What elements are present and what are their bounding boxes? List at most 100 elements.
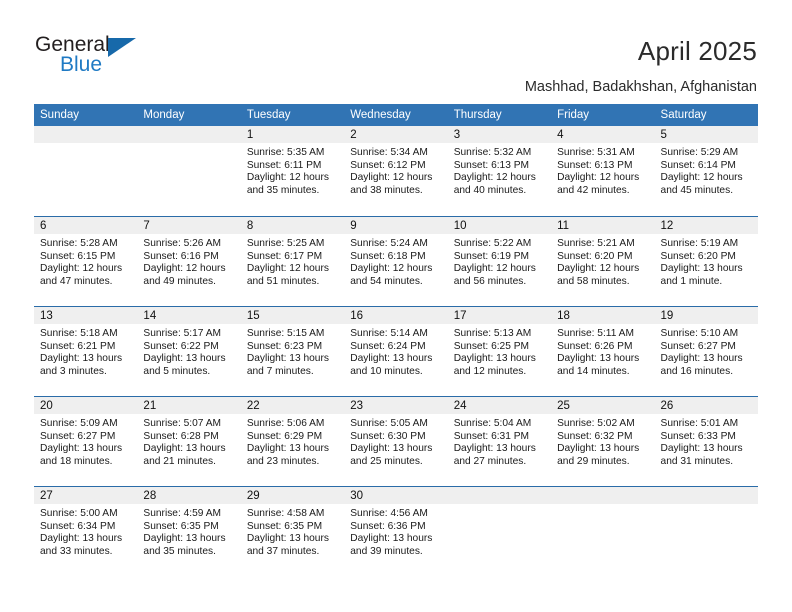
sunrise-text: Sunrise: 5:09 AM	[40, 418, 118, 429]
day-number: 29	[246, 490, 260, 502]
day-cell-inner: 7 Sunrise: 5:26 AM Sunset: 6:16 PM Daylight…	[137, 216, 241, 306]
calendar-day-cell[interactable]: 29 Sunrise: 4:58 AM Sunset: 6:35 PM Dayligh…	[240, 486, 345, 576]
calendar-day-cell[interactable]: 25 Sunrise: 5:02 AM Sunset: 6:32 PM Dayligh…	[551, 396, 655, 486]
calendar-day-cell[interactable]: 26 Sunrise: 5:01 AM Sunset: 6:33 PM Dayligh…	[654, 396, 758, 486]
day-number: 26	[660, 400, 674, 412]
calendar-day-cell[interactable]: 6 Sunrise: 5:28 AM Sunset: 6:15 PM Daylight…	[34, 216, 138, 306]
day-number-band: 26	[654, 397, 758, 414]
sunset-text: Sunset: 6:18 PM	[350, 250, 426, 262]
day-number	[448, 487, 551, 489]
calendar-day-cell[interactable]: 14 Sunrise: 5:17 AM Sunset: 6:22 PM Dayligh…	[137, 306, 241, 396]
calendar-day-cell[interactable]: 17 Sunrise: 5:13 AM Sunset: 6:25 PM Dayligh…	[447, 306, 552, 396]
sunset-text: Sunset: 6:27 PM	[40, 430, 116, 442]
day-number: 8	[246, 220, 254, 232]
calendar-day-cell[interactable]: 21 Sunrise: 5:07 AM Sunset: 6:28 PM Dayligh…	[137, 396, 241, 486]
day-number	[34, 126, 137, 128]
calendar-day-cell[interactable]: 27 Sunrise: 5:00 AM Sunset: 6:34 PM Dayligh…	[34, 486, 138, 576]
day-cell-inner: 21 Sunrise: 5:07 AM Sunset: 6:28 PM Dayligh…	[137, 396, 241, 486]
calendar-day-cell[interactable]: 16 Sunrise: 5:14 AM Sunset: 6:24 PM Dayligh…	[344, 306, 448, 396]
calendar-day-cell[interactable]: 18 Sunrise: 5:11 AM Sunset: 6:26 PM Dayligh…	[551, 306, 655, 396]
day-details: Sunrise: 5:15 AM Sunset: 6:23 PM Daylight:…	[241, 324, 344, 378]
calendar-day-cell[interactable]: 11 Sunrise: 5:21 AM Sunset: 6:20 PM Dayligh…	[551, 216, 655, 306]
daylight-text-line2: and 37 minutes.	[246, 545, 320, 557]
calendar-day-cell[interactable]: 13 Sunrise: 5:18 AM Sunset: 6:21 PM Dayligh…	[34, 306, 138, 396]
page-title: April 2025	[637, 36, 757, 66]
calendar-body: 1 Sunrise: 5:35 AM Sunset: 6:11 PM Daylight…	[34, 126, 758, 576]
daylight-text-line2: and 14 minutes.	[557, 365, 630, 377]
calendar-week-row: 20 Sunrise: 5:09 AM Sunset: 6:27 PM Dayligh…	[34, 396, 758, 486]
sunset-text: Sunset: 6:15 PM	[40, 250, 116, 262]
calendar-day-cell[interactable]: 3 Sunrise: 5:32 AM Sunset: 6:13 PM Daylight…	[447, 126, 552, 216]
day-details: Sunrise: 5:13 AM Sunset: 6:25 PM Daylight:…	[448, 324, 551, 378]
day-cell-inner: 19 Sunrise: 5:10 AM Sunset: 6:27 PM Dayligh…	[654, 306, 758, 396]
day-number-band: 6	[34, 217, 138, 234]
sunrise-text: Sunrise: 5:29 AM	[660, 147, 739, 158]
weekday-header-monday: Monday	[137, 104, 241, 126]
sunset-text: Sunset: 6:31 PM	[453, 430, 530, 442]
daylight-text-line2: and 5 minutes.	[143, 365, 211, 377]
sunrise-text: Sunrise: 5:26 AM	[143, 238, 222, 249]
sunrise-text: Sunrise: 5:02 AM	[557, 418, 635, 429]
day-number-band	[34, 126, 138, 143]
calendar-day-cell[interactable]: 1 Sunrise: 5:35 AM Sunset: 6:11 PM Daylight…	[240, 126, 345, 216]
daylight-text-line1: Daylight: 13 hours	[246, 443, 329, 455]
day-number-band: 25	[551, 397, 655, 414]
day-details: Sunrise: 4:56 AM Sunset: 6:36 PM Daylight:…	[344, 504, 447, 558]
sunset-text: Sunset: 6:13 PM	[453, 159, 530, 171]
daylight-text-line1: Daylight: 12 hours	[40, 263, 123, 275]
calendar-day-cell[interactable]: 4 Sunrise: 5:31 AM Sunset: 6:13 PM Daylight…	[551, 126, 655, 216]
calendar-day-cell[interactable]: 5 Sunrise: 5:29 AM Sunset: 6:14 PM Daylight…	[654, 126, 758, 216]
day-number-band: 18	[551, 307, 655, 324]
day-cell-inner: 14 Sunrise: 5:17 AM Sunset: 6:22 PM Dayligh…	[137, 306, 241, 396]
sunrise-text: Sunrise: 5:25 AM	[246, 238, 325, 249]
day-cell-inner: 26 Sunrise: 5:01 AM Sunset: 6:33 PM Dayligh…	[654, 396, 758, 486]
daylight-text-line2: and 38 minutes.	[350, 184, 423, 196]
calendar-day-cell[interactable]: 30 Sunrise: 4:56 AM Sunset: 6:36 PM Dayligh…	[344, 486, 448, 576]
day-number: 10	[453, 220, 467, 232]
day-cell-inner: 2 Sunrise: 5:34 AM Sunset: 6:12 PM Daylight…	[344, 126, 448, 216]
general-blue-logo[interactable]: General Blue	[35, 33, 155, 79]
daylight-text-line2: and 31 minutes.	[660, 455, 734, 467]
day-cell-inner: 30 Sunrise: 4:56 AM Sunset: 6:36 PM Dayligh…	[344, 486, 448, 576]
sunset-text: Sunset: 6:24 PM	[350, 340, 426, 352]
calendar-day-cell[interactable]: 10 Sunrise: 5:22 AM Sunset: 6:19 PM Dayligh…	[447, 216, 552, 306]
calendar-day-cell[interactable]: 20 Sunrise: 5:09 AM Sunset: 6:27 PM Dayligh…	[34, 396, 138, 486]
calendar-day-cell[interactable]: 2 Sunrise: 5:34 AM Sunset: 6:12 PM Daylight…	[344, 126, 448, 216]
calendar-day-cell[interactable]: 15 Sunrise: 5:15 AM Sunset: 6:23 PM Dayligh…	[240, 306, 345, 396]
calendar-day-cell[interactable]: 19 Sunrise: 5:10 AM Sunset: 6:27 PM Dayligh…	[654, 306, 758, 396]
calendar-day-cell[interactable]: 22 Sunrise: 5:06 AM Sunset: 6:29 PM Dayligh…	[240, 396, 345, 486]
day-number: 25	[557, 400, 570, 412]
sunrise-text: Sunrise: 5:24 AM	[350, 238, 428, 249]
sunrise-text: Sunrise: 4:56 AM	[350, 508, 428, 519]
sunrise-text: Sunrise: 5:19 AM	[660, 238, 739, 249]
calendar-day-cell[interactable]: 9 Sunrise: 5:24 AM Sunset: 6:18 PM Daylight…	[344, 216, 448, 306]
calendar-day-cell[interactable]: 24 Sunrise: 5:04 AM Sunset: 6:31 PM Dayligh…	[447, 396, 552, 486]
sunrise-text: Sunrise: 5:15 AM	[246, 328, 325, 339]
sunrise-text: Sunrise: 5:35 AM	[246, 147, 325, 158]
calendar-day-cell[interactable]: 23 Sunrise: 5:05 AM Sunset: 6:30 PM Dayligh…	[344, 396, 448, 486]
calendar-day-cell[interactable]: 8 Sunrise: 5:25 AM Sunset: 6:17 PM Daylight…	[240, 216, 345, 306]
calendar-day-cell[interactable]: 12 Sunrise: 5:19 AM Sunset: 6:20 PM Dayligh…	[654, 216, 758, 306]
day-details: Sunrise: 5:24 AM Sunset: 6:18 PM Daylight:…	[344, 234, 447, 288]
daylight-text-line1: Daylight: 13 hours	[453, 443, 536, 455]
day-details: Sunrise: 5:11 AM Sunset: 6:26 PM Daylight:…	[551, 324, 654, 378]
day-details: Sunrise: 4:58 AM Sunset: 6:35 PM Daylight:…	[241, 504, 344, 558]
weekday-header-tuesday: Tuesday	[240, 104, 345, 126]
day-number	[137, 126, 240, 128]
day-number: 5	[660, 129, 667, 141]
calendar-day-cell[interactable]: 28 Sunrise: 4:59 AM Sunset: 6:35 PM Dayligh…	[137, 486, 241, 576]
daylight-text-line1: Daylight: 13 hours	[246, 533, 329, 545]
calendar-day-cell[interactable]: 7 Sunrise: 5:26 AM Sunset: 6:16 PM Daylight…	[137, 216, 241, 306]
daylight-text-line1: Daylight: 12 hours	[246, 263, 329, 275]
day-cell-inner: 4 Sunrise: 5:31 AM Sunset: 6:13 PM Daylight…	[551, 126, 655, 216]
sunset-text: Sunset: 6:11 PM	[246, 159, 322, 171]
day-number-band: 11	[551, 217, 655, 234]
sunrise-text: Sunrise: 5:22 AM	[453, 238, 532, 249]
sunset-text: Sunset: 6:27 PM	[660, 340, 736, 352]
day-number-band: 1	[240, 126, 345, 143]
daylight-text-line2: and 45 minutes.	[660, 184, 734, 196]
day-number: 28	[143, 490, 157, 502]
day-number-band: 9	[344, 217, 448, 234]
day-details	[551, 504, 654, 508]
day-cell-inner: 22 Sunrise: 5:06 AM Sunset: 6:29 PM Dayligh…	[240, 396, 345, 486]
